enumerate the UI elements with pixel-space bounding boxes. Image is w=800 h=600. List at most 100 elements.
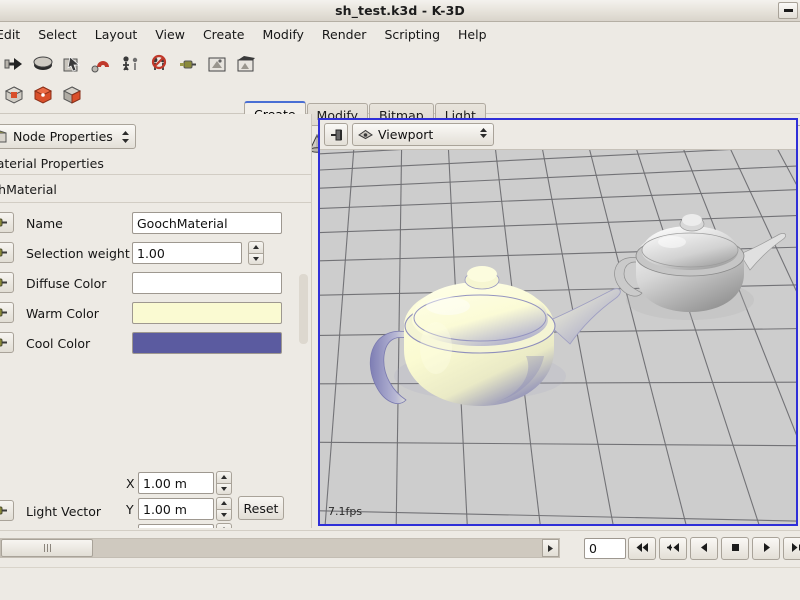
triangle-right-icon bbox=[547, 544, 554, 553]
menu-scripting[interactable]: Scripting bbox=[375, 24, 449, 45]
stop-icon bbox=[730, 542, 741, 556]
chevron-updown-icon bbox=[479, 126, 488, 143]
chevron-updown-icon bbox=[121, 130, 130, 144]
property-diffuse-color-row: Diffuse Color bbox=[0, 268, 312, 298]
property-selection-weight-row: Selection weight1.00 bbox=[0, 238, 312, 268]
select-nodes-icon[interactable] bbox=[0, 81, 28, 107]
light-vector-label: Light Vector bbox=[26, 504, 101, 519]
property-name-input[interactable]: GoochMaterial bbox=[132, 212, 282, 234]
fps-counter: 7.1fps bbox=[328, 505, 362, 518]
frame-number-input[interactable]: 0 bbox=[584, 538, 626, 559]
property-diffuse-color-plug-icon[interactable] bbox=[0, 272, 14, 293]
property-selection-weight-input[interactable]: 1.00 bbox=[132, 242, 242, 264]
select-pointer-icon[interactable] bbox=[58, 51, 86, 77]
light-vector-y-input[interactable]: 1.00 m bbox=[138, 498, 214, 520]
light-vector-reset-button[interactable]: Reset bbox=[238, 496, 284, 520]
viewport-toolbar: Viewport bbox=[320, 120, 796, 150]
stepper-down-icon[interactable] bbox=[216, 509, 232, 522]
minimize-button[interactable] bbox=[778, 2, 798, 19]
grip-line bbox=[50, 544, 51, 552]
grip-line bbox=[44, 544, 45, 552]
select-faces-icon[interactable] bbox=[58, 81, 86, 107]
stepper-up-icon[interactable] bbox=[216, 497, 232, 509]
eye-icon bbox=[358, 129, 373, 140]
property-cool-color-plug-icon[interactable] bbox=[0, 332, 14, 353]
viewport-panel: Viewport bbox=[318, 118, 798, 526]
play-button[interactable] bbox=[752, 537, 780, 560]
property-cool-color-swatch[interactable] bbox=[132, 332, 282, 354]
menu-help[interactable]: Help bbox=[449, 24, 496, 45]
menu-view[interactable]: View bbox=[146, 24, 194, 45]
fast-forward-button[interactable] bbox=[783, 537, 800, 560]
menu-select[interactable]: Select bbox=[29, 24, 86, 45]
plug-connect-icon[interactable] bbox=[174, 51, 202, 77]
step-back-icon bbox=[699, 542, 710, 556]
property-name-label: Name bbox=[26, 216, 63, 231]
stepper-down-icon[interactable] bbox=[216, 483, 232, 496]
magnet-snap-icon[interactable] bbox=[87, 51, 115, 77]
panel-divider-top bbox=[0, 174, 312, 175]
select-points-icon[interactable] bbox=[29, 81, 57, 107]
light-vector-y-stepper[interactable] bbox=[216, 497, 232, 521]
property-warm-color-plug-icon[interactable] bbox=[0, 302, 14, 323]
toolbar-zone: CreateModifyBitmapLight bbox=[0, 46, 800, 114]
viewport-3d-canvas[interactable]: 7.1fps bbox=[320, 150, 796, 524]
node-name-heading: oochMaterial bbox=[0, 182, 57, 197]
property-cool-color-label: Cool Color bbox=[26, 336, 90, 351]
property-warm-color-swatch[interactable] bbox=[132, 302, 282, 324]
stop-button[interactable] bbox=[721, 537, 749, 560]
light-vector-plug-icon[interactable] bbox=[0, 500, 14, 521]
property-selection-weight-stepper[interactable] bbox=[248, 241, 264, 265]
status-separator bbox=[0, 567, 800, 568]
render-frame-icon[interactable] bbox=[203, 51, 231, 77]
arrow-move-icon[interactable] bbox=[0, 51, 28, 77]
minimize-icon bbox=[784, 9, 793, 12]
viewport-scene bbox=[320, 150, 796, 524]
stepper-down-icon[interactable] bbox=[248, 253, 264, 266]
light-vector-x-stepper[interactable] bbox=[216, 471, 232, 495]
menu-create[interactable]: Create bbox=[194, 24, 254, 45]
menu-bar: EditSelectLayoutViewCreateModifyRenderSc… bbox=[0, 22, 800, 46]
play-icon bbox=[761, 542, 772, 556]
main-toolbar-row-2 bbox=[0, 80, 86, 108]
scroll-right-button[interactable] bbox=[542, 539, 559, 557]
timeline-scrollbar[interactable] bbox=[0, 538, 560, 558]
light-vector-z-stepper[interactable] bbox=[216, 523, 232, 528]
stepper-up-icon[interactable] bbox=[248, 241, 264, 253]
menu-layout[interactable]: Layout bbox=[86, 24, 147, 45]
menu-render[interactable]: Render bbox=[313, 24, 376, 45]
pin-icon[interactable] bbox=[324, 123, 348, 146]
menu-edit[interactable]: Edit bbox=[0, 24, 29, 45]
property-selection-weight-label: Selection weight bbox=[26, 246, 130, 261]
panel-type-selector[interactable]: Node Properties bbox=[0, 124, 136, 149]
timeline-scrollbar-thumb[interactable] bbox=[1, 539, 93, 557]
k3d-application-window: sh_test.k3d - K-3D EditSelectLayoutViewC… bbox=[0, 0, 800, 600]
stepper-up-icon[interactable] bbox=[216, 471, 232, 483]
grip-line bbox=[47, 544, 48, 552]
property-name-plug-icon[interactable] bbox=[0, 212, 14, 233]
menu-modify[interactable]: Modify bbox=[254, 24, 313, 45]
node-properties-icon bbox=[0, 130, 8, 144]
property-diffuse-color-swatch[interactable] bbox=[132, 272, 282, 294]
parent-icon[interactable] bbox=[116, 51, 144, 77]
viewport-selector-combo[interactable]: Viewport bbox=[352, 123, 494, 146]
status-bar bbox=[0, 574, 800, 600]
step-back-button[interactable] bbox=[690, 537, 718, 560]
skip-start-button[interactable] bbox=[628, 537, 656, 560]
render-animation-icon[interactable] bbox=[232, 51, 260, 77]
light-vector-z-input[interactable]: 1.00 m bbox=[138, 524, 214, 528]
window-title: sh_test.k3d - K-3D bbox=[335, 3, 465, 18]
rewind-button[interactable] bbox=[659, 537, 687, 560]
skip-start-icon bbox=[635, 542, 649, 556]
panel-vertical-scrollbar[interactable] bbox=[299, 274, 308, 344]
property-diffuse-color-label: Diffuse Color bbox=[26, 276, 106, 291]
transport-controls bbox=[628, 537, 800, 560]
viewport-selector-value: Viewport bbox=[378, 127, 433, 142]
property-selection-weight-plug-icon[interactable] bbox=[0, 242, 14, 263]
panel-type-label: Node Properties bbox=[13, 129, 113, 144]
ellipse-tool-icon[interactable] bbox=[29, 51, 57, 77]
light-vector-x-input[interactable]: 1.00 m bbox=[138, 472, 214, 494]
stepper-up-icon[interactable] bbox=[216, 523, 232, 528]
property-name-row: Name GoochMaterial bbox=[0, 208, 312, 238]
unparent-icon[interactable] bbox=[145, 51, 173, 77]
